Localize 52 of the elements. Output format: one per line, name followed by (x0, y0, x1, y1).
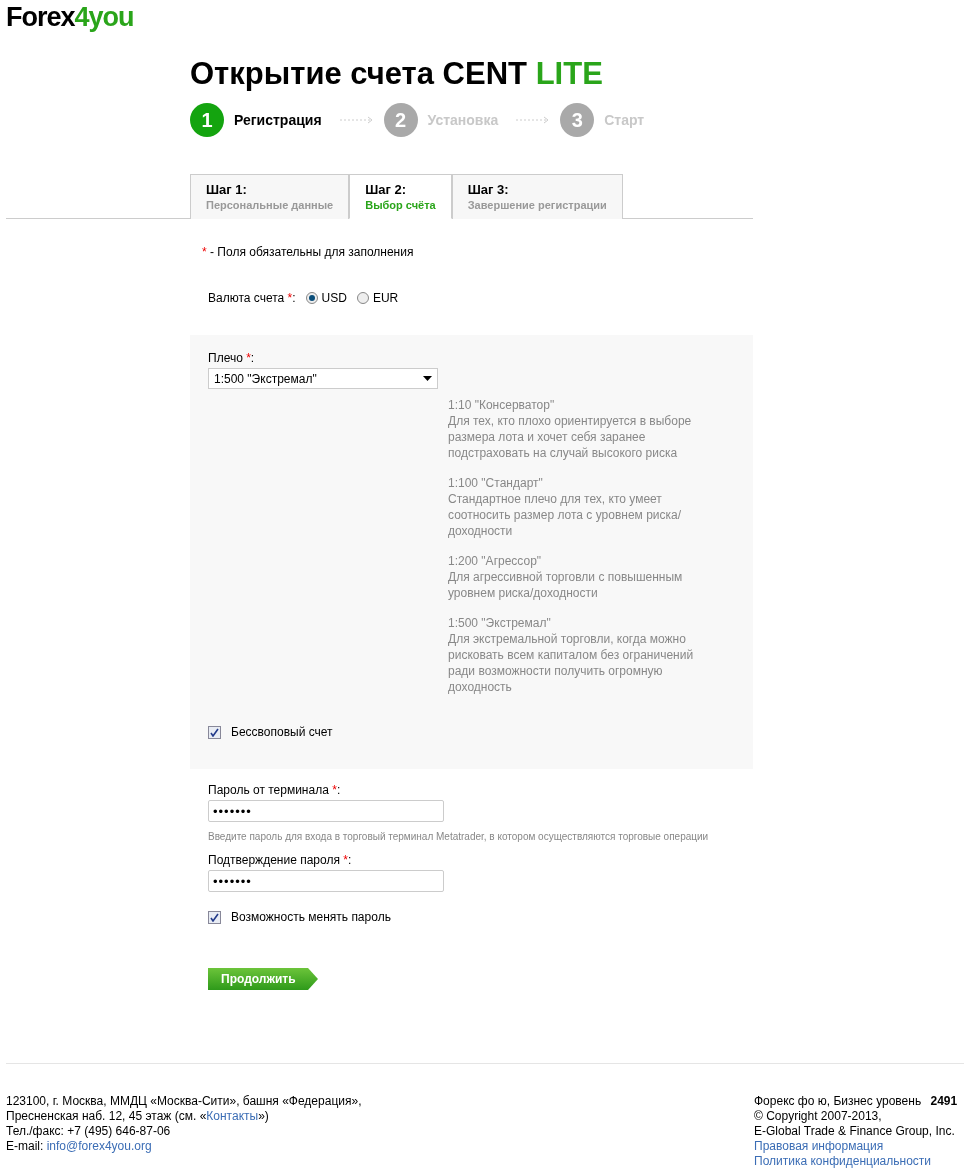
required-mark: * (332, 783, 337, 797)
step-tab[interactable]: Шаг 2: Выбор счёта (349, 174, 452, 219)
contacts-link[interactable]: Контакты (206, 1109, 259, 1123)
required-mark: * (202, 245, 207, 259)
checkbox-label[interactable]: Бессвоповый счет (231, 725, 333, 739)
radio-button[interactable] (305, 292, 318, 304)
leverage-description: 1:200 "Агрессор" Для агрессивной торговли с повышенным уровнем риска/доходности (448, 553, 684, 601)
address-text: 123100, г. Москва, ММДЦ «Москва-Сити», башня «Федерация», (6, 1094, 362, 1109)
dotted-arrow-icon (339, 116, 374, 124)
step-number: 1 (190, 103, 224, 137)
dropdown-caret-icon (423, 376, 432, 381)
email-link[interactable]: info@forex4you.org (46, 1139, 152, 1153)
leverage-description: 1:10 "Консерватор" Для тех, кто плохо ориентируется в выборе размера лота и хочет себя заранее подстраховать на случай высокого риска (448, 397, 693, 461)
email-label: E-mail: (6, 1139, 44, 1153)
address-text: ») (258, 1109, 269, 1123)
step-number: 2 (383, 103, 418, 137)
company-text: E-Global Trade & Finance Group, Inc. (754, 1124, 956, 1139)
confirm-label: Подтверждение пароля *: (208, 853, 353, 867)
checkbox-label[interactable]: Возможность менять пароль (231, 910, 391, 924)
page-title: Открытие счета CENT LITE (190, 56, 604, 92)
password-field[interactable]: ••••••• (208, 800, 444, 822)
password-label: Пароль от терминала *: (208, 783, 342, 797)
step-tab[interactable]: Шаг 3: Завершение регистрации (451, 174, 623, 219)
address-text: Пресненская наб. 12, 45 этаж (см. « (6, 1109, 207, 1123)
leverage-label: Плечо *: (208, 351, 256, 365)
currency-label: Валюта счета *: (208, 291, 296, 305)
check-icon (210, 727, 219, 737)
required-note: - Поля обязательны для заполнения (210, 245, 414, 259)
footer-link[interactable]: Правовая информация (754, 1139, 884, 1153)
logo[interactable]: Forex4you (0, 0, 970, 38)
dotted-arrow-icon (516, 116, 551, 124)
required-mark: * (343, 853, 348, 867)
radio-button[interactable] (356, 292, 369, 304)
copyright-text: © Copyright 2007-2013, (754, 1109, 883, 1124)
leverage-select[interactable]: 1:500 "Экстремал" (208, 368, 438, 389)
confirm-field[interactable]: ••••••• (208, 870, 444, 892)
required-mark: * (246, 351, 251, 365)
checkbox[interactable] (208, 725, 221, 739)
brand-text: Форекс фо ю, Бизнес уровень (754, 1094, 922, 1108)
leverage-description: 1:500 "Экстремал" Для экстремальной торговли, когда можно рисковать всем капиталом без ограничений ради возможности получить огромную доходность (448, 615, 695, 695)
step-tab[interactable]: Шаг 1: Персональные данные (190, 174, 350, 219)
check-icon (210, 912, 219, 922)
password-hint: Введите пароль для входа в торговый терминал Metatrader, в котором осуществляются торговые операции (208, 830, 710, 843)
phone-text: Тел./факс: +7 (495) 646-87-06 (6, 1124, 172, 1139)
checkbox[interactable] (208, 910, 221, 924)
radio-label[interactable]: USD (321, 291, 347, 305)
radio-label[interactable]: EUR (372, 291, 399, 305)
counter-text: 2491 (930, 1094, 958, 1108)
footer-link[interactable]: Политика конфиденциальности (754, 1154, 932, 1168)
step-label: Регистрация (234, 112, 322, 128)
step-number: 3 (560, 103, 595, 137)
leverage-description: 1:100 "Стандарт" Стандартное плечо для тех, кто умеет соотносить размер лота с уровнем риска/доходности (448, 475, 683, 539)
